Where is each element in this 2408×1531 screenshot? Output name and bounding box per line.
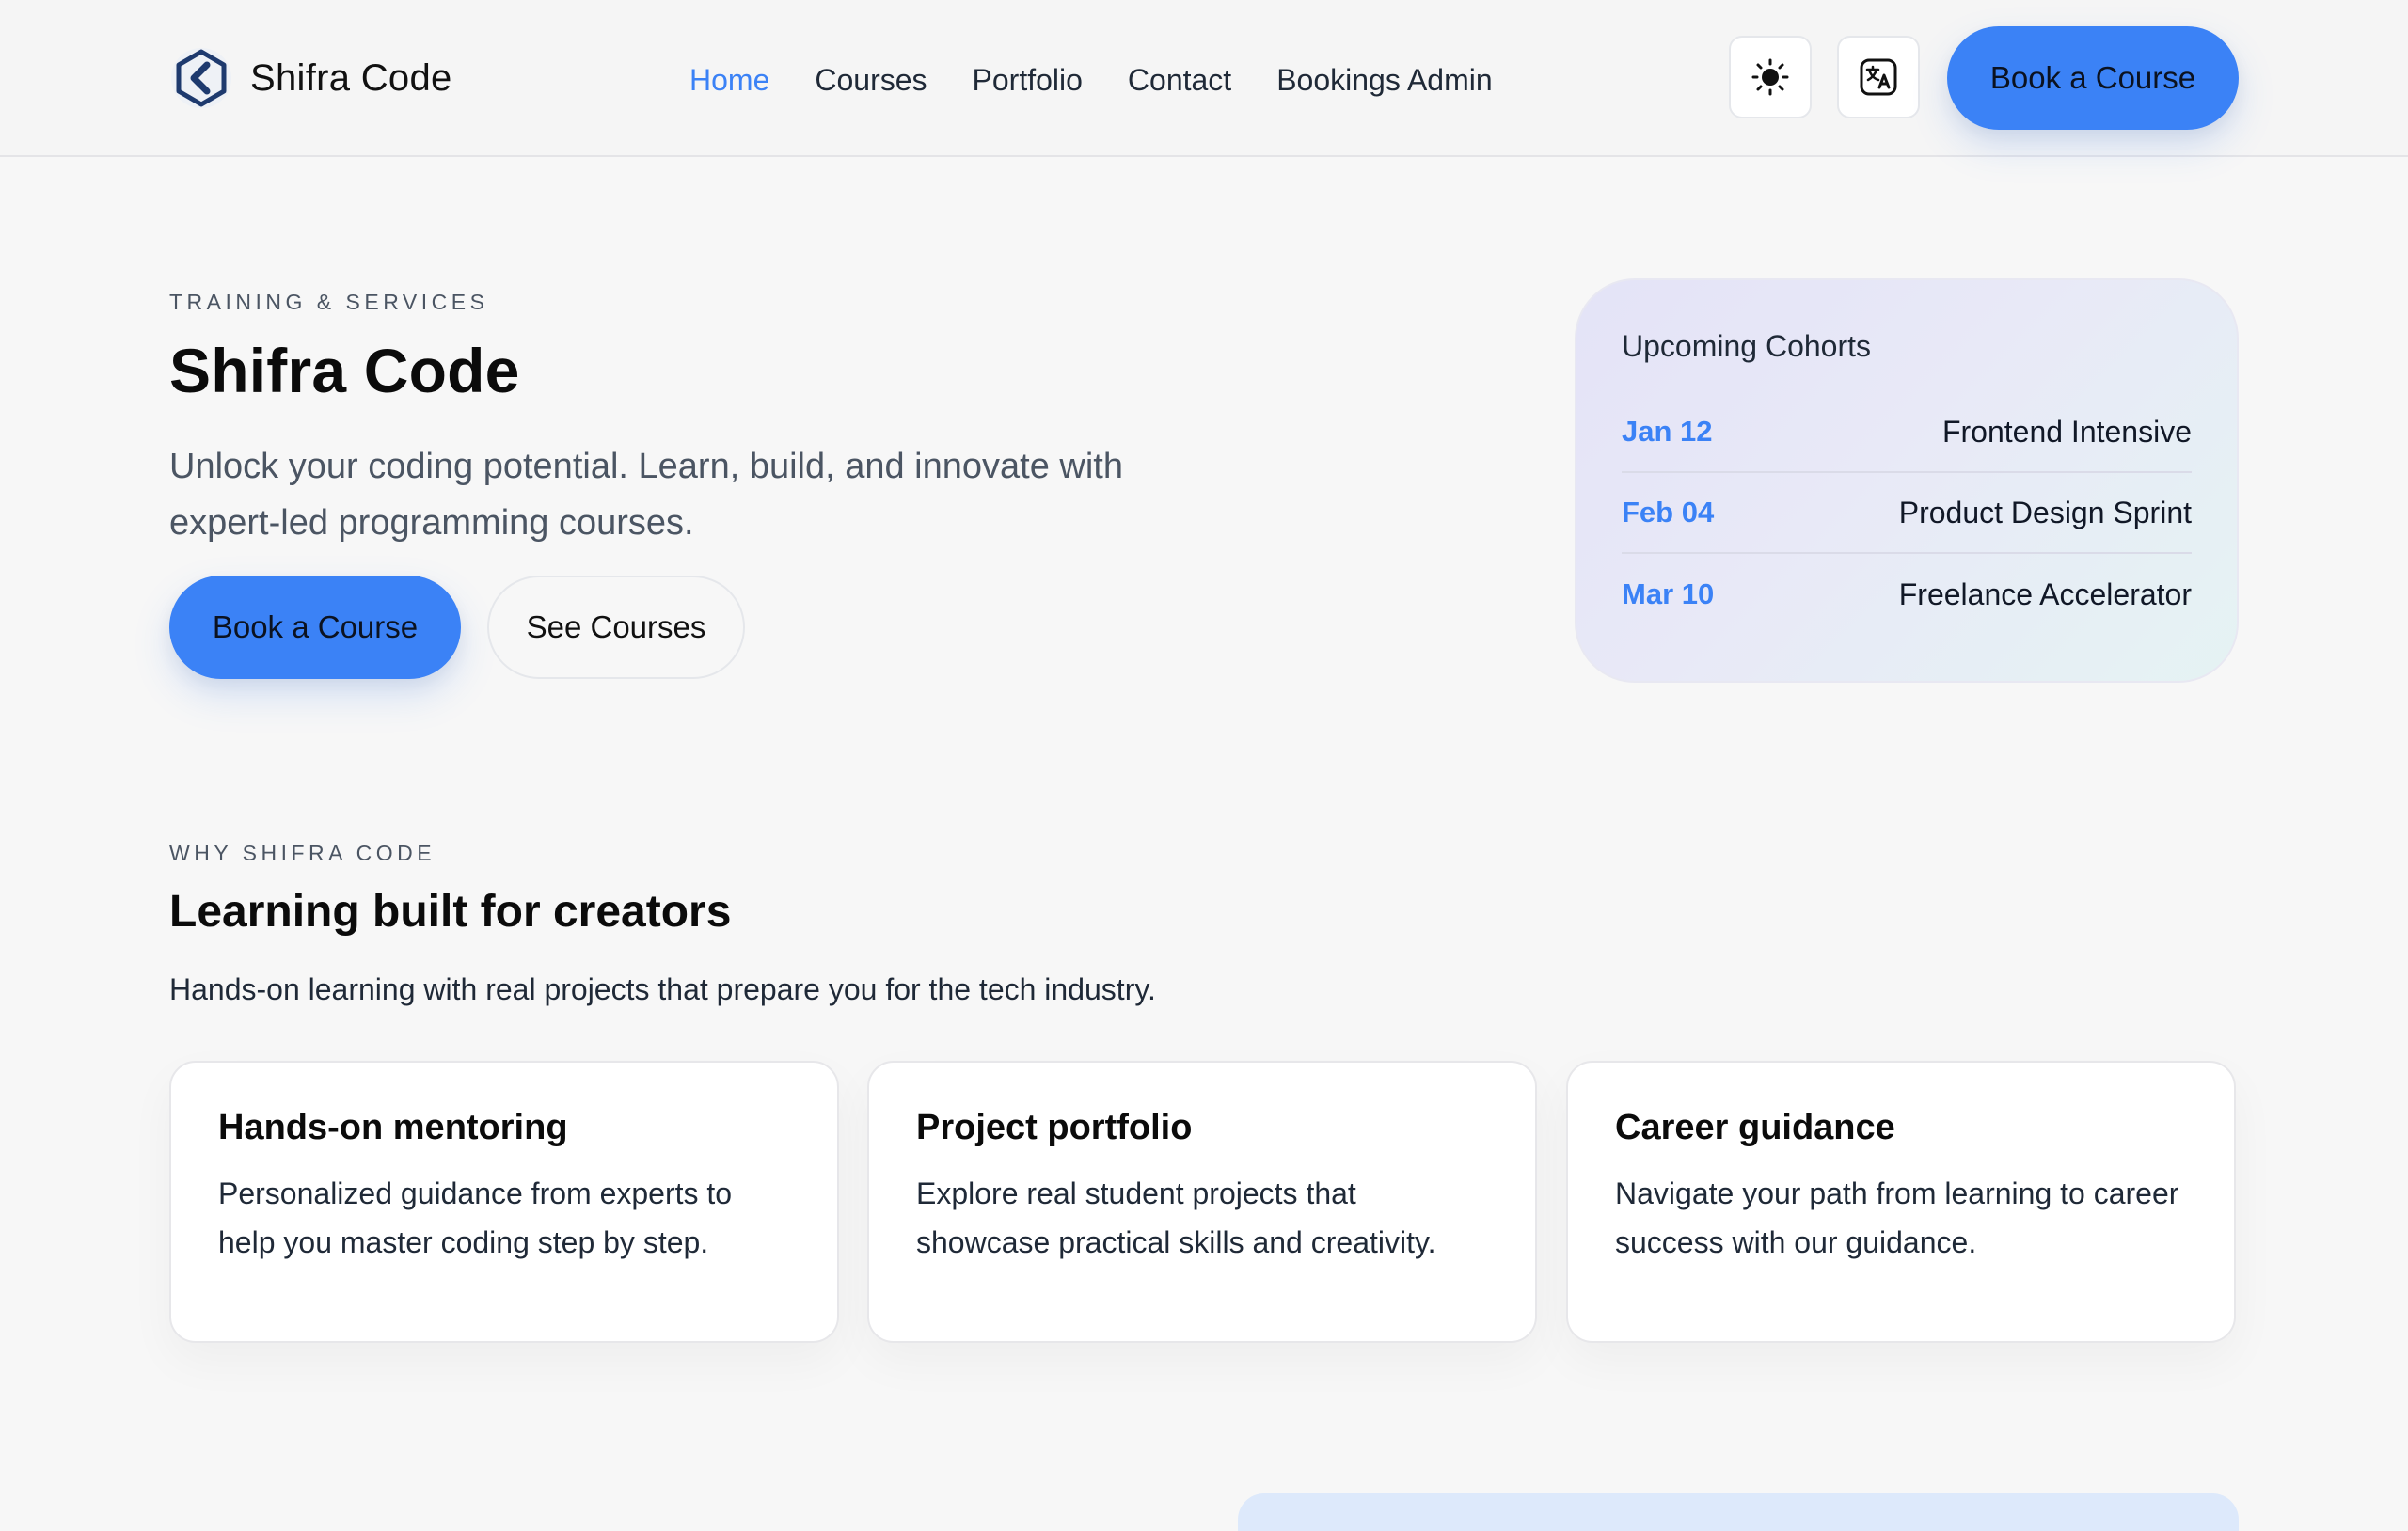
brand-name: Shifra Code	[250, 56, 452, 99]
hero-title: Shifra Code	[169, 336, 520, 405]
nav-portfolio[interactable]: Portfolio	[973, 63, 1083, 98]
cohort-date: Feb 04	[1622, 496, 1715, 529]
translate-icon	[1860, 58, 1897, 96]
nav-home[interactable]: Home	[689, 63, 769, 98]
cohort-row[interactable]: Mar 10 Freelance Accelerator	[1622, 554, 2192, 635]
feature-title: Career guidance	[1615, 1108, 1895, 1147]
sun-icon	[1751, 58, 1789, 96]
hero-subtitle: Unlock your coding potential. Learn, bui…	[169, 447, 1123, 543]
nav-contact[interactable]: Contact	[1128, 63, 1231, 98]
cohort-row[interactable]: Feb 04 Product Design Sprint	[1622, 473, 2192, 554]
site-header: Shifra Code Home Courses Portfolio Conta…	[0, 0, 2408, 157]
upcoming-cohorts-card: Upcoming Cohorts Jan 12 Frontend Intensi…	[1575, 278, 2239, 683]
feature-title: Hands-on mentoring	[218, 1108, 568, 1147]
nav-courses[interactable]: Courses	[815, 63, 927, 98]
cohort-row[interactable]: Jan 12 Frontend Intensive	[1622, 392, 2192, 473]
why-eyebrow: WHY SHIFRA CODE	[169, 841, 436, 865]
feature-card-portfolio: Project portfolio Explore real student p…	[867, 1061, 1537, 1343]
why-title: Learning built for creators	[169, 887, 732, 937]
feature-description: Navigate your path from learning to care…	[1615, 1176, 2179, 1259]
nav-bookings-admin[interactable]: Bookings Admin	[1276, 63, 1492, 98]
header-book-course-button[interactable]: Book a Course	[1947, 26, 2239, 130]
feature-title: Project portfolio	[916, 1108, 1193, 1147]
feature-description: Personalized guidance from experts to he…	[218, 1176, 733, 1259]
main-nav: Home Courses Portfolio Contact Bookings …	[689, 56, 1493, 103]
cohort-date: Jan 12	[1622, 415, 1713, 448]
cohort-name: Freelance Accelerator	[1898, 576, 2192, 611]
feature-description: Explore real student projects that showc…	[916, 1176, 1436, 1259]
logo-icon	[171, 48, 231, 108]
theme-toggle-button[interactable]	[1729, 36, 1812, 118]
feature-card-career: Career guidance Navigate your path from …	[1566, 1061, 2236, 1343]
language-toggle-button[interactable]	[1837, 36, 1920, 118]
hero-eyebrow: TRAINING & SERVICES	[169, 290, 489, 314]
feature-card-mentoring: Hands-on mentoring Personalized guidance…	[169, 1061, 839, 1343]
cohorts-title: Upcoming Cohorts	[1622, 329, 1871, 363]
cohort-name: Product Design Sprint	[1898, 495, 2192, 529]
brand[interactable]: Shifra Code	[169, 46, 452, 110]
why-subtitle: Hands-on learning with real projects tha…	[169, 972, 1156, 1006]
see-courses-button[interactable]: See Courses	[487, 576, 745, 679]
hero-book-course-button[interactable]: Book a Course	[169, 576, 461, 679]
cohort-date: Mar 10	[1622, 577, 1715, 610]
next-section-card	[1238, 1493, 2239, 1531]
cohort-name: Frontend Intensive	[1941, 414, 2192, 449]
